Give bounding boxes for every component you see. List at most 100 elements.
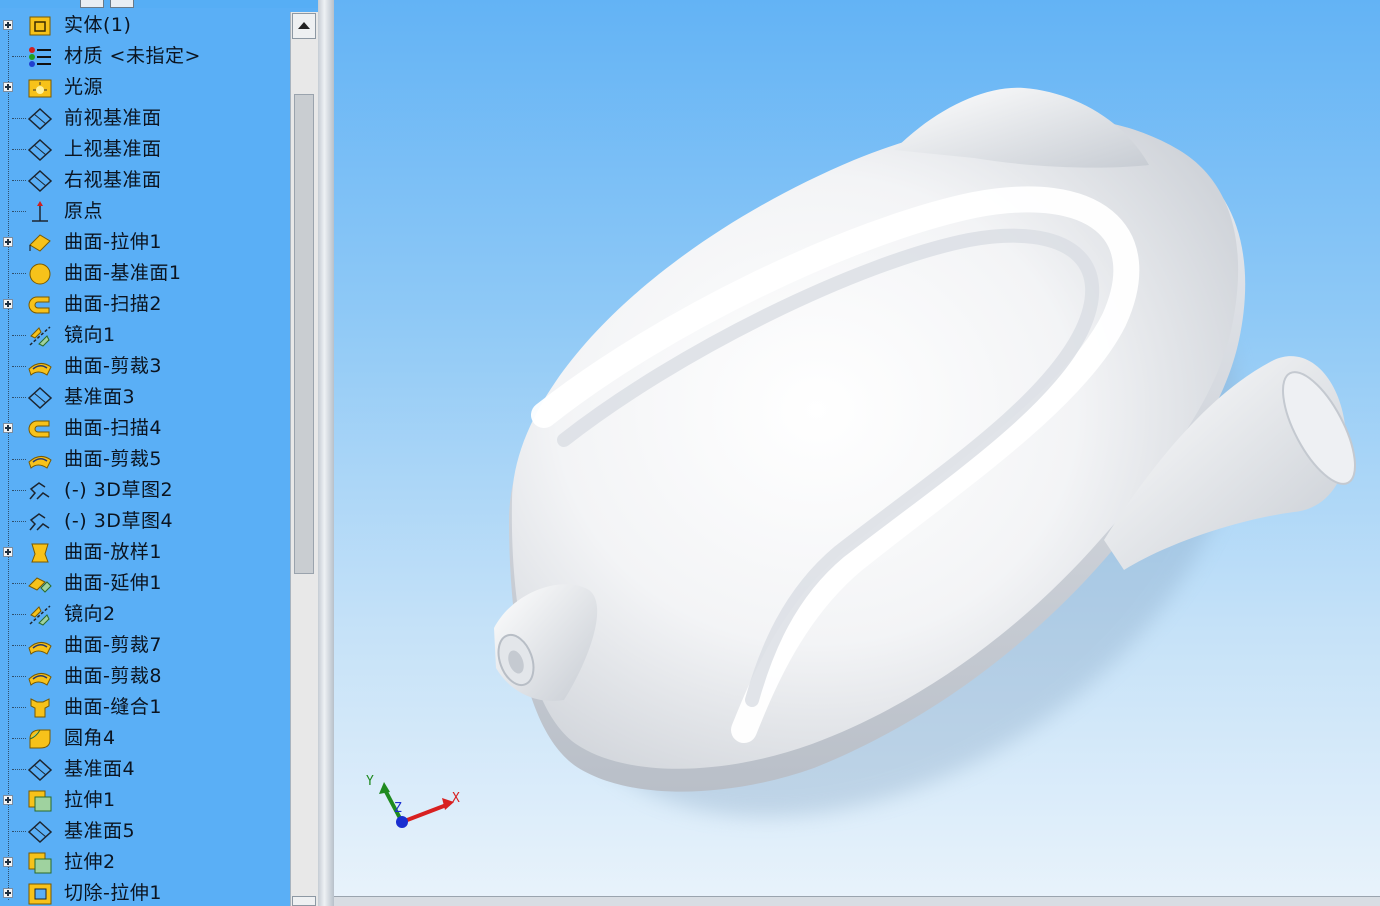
tree-item-label: 曲面-剪裁8 xyxy=(64,665,162,687)
axis-x-line xyxy=(401,802,450,824)
tree-item[interactable]: 曲面-剪裁8 xyxy=(0,661,290,692)
tree-branch-line xyxy=(12,180,26,181)
expand-toggle[interactable] xyxy=(3,20,13,30)
model-top-surface xyxy=(511,116,1239,769)
tree-item-label: 基准面5 xyxy=(64,820,136,842)
tree-branch-line xyxy=(12,335,26,336)
tree-item[interactable]: 曲面-缝合1 xyxy=(0,692,290,723)
expand-toggle[interactable] xyxy=(3,82,13,92)
solid-bodies-icon xyxy=(27,14,53,38)
panel-splitter[interactable] xyxy=(318,0,334,906)
tree-item-label: (-) 3D草图2 xyxy=(64,479,174,501)
surface-extend-icon xyxy=(27,572,53,596)
surface-trim-icon xyxy=(27,448,53,472)
tree-item[interactable]: 镜向2 xyxy=(0,599,290,630)
tree-item-label: 曲面-基准面1 xyxy=(64,262,182,284)
tree-item[interactable]: 材质 <未指定> xyxy=(0,41,290,72)
tree-item[interactable]: 曲面-放样1 xyxy=(0,537,290,568)
tree-item[interactable]: 曲面-扫描4 xyxy=(0,413,290,444)
tree-branch-line xyxy=(12,490,26,491)
scroll-up-button[interactable] xyxy=(292,13,316,39)
tree-item[interactable]: 前视基准面 xyxy=(0,103,290,134)
tree-item[interactable]: 曲面-剪裁3 xyxy=(0,351,290,382)
tree-item[interactable]: 拉伸2 xyxy=(0,847,290,878)
tree-item[interactable]: 实体(1) xyxy=(0,10,290,41)
tree-item[interactable]: 曲面-剪裁7 xyxy=(0,630,290,661)
expand-toggle[interactable] xyxy=(3,423,13,433)
graphics-viewport[interactable]: Y X Z xyxy=(334,0,1380,906)
tree-item[interactable]: 镜向1 xyxy=(0,320,290,351)
planar-surface-icon xyxy=(27,262,53,286)
tree-branch-line xyxy=(12,211,26,212)
3d-model[interactable] xyxy=(334,0,1380,906)
scroll-down-button[interactable] xyxy=(292,896,316,906)
mirror-icon xyxy=(27,603,53,627)
tree-item[interactable]: 上视基准面 xyxy=(0,134,290,165)
tree-item-label: 拉伸2 xyxy=(64,851,116,873)
tree-item-label: 圆角4 xyxy=(64,727,116,749)
origin-icon xyxy=(27,200,53,224)
tree-item-label: 曲面-扫描4 xyxy=(64,417,162,439)
tree-item-label: 前视基准面 xyxy=(64,107,162,129)
cut-extrude-icon xyxy=(27,882,53,906)
plane-icon xyxy=(27,386,53,410)
tree-item[interactable]: 基准面4 xyxy=(0,754,290,785)
tree-item[interactable]: 切除-拉伸1 xyxy=(0,878,290,906)
scroll-thumb[interactable] xyxy=(294,94,314,574)
tree-item-label: 原点 xyxy=(64,200,104,222)
plane-icon xyxy=(27,169,53,193)
tree-branch-line xyxy=(12,676,26,677)
expand-toggle[interactable] xyxy=(3,299,13,309)
3d-sketch-icon xyxy=(27,510,53,534)
expand-toggle[interactable] xyxy=(3,888,13,898)
tree-item-label: 光源 xyxy=(64,76,104,98)
tree-item[interactable]: 拉伸1 xyxy=(0,785,290,816)
tree-branch-line xyxy=(12,149,26,150)
tree-item-label: 曲面-缝合1 xyxy=(64,696,162,718)
tree-item[interactable]: 原点 xyxy=(0,196,290,227)
tree-item[interactable]: 右视基准面 xyxy=(0,165,290,196)
tab-stub[interactable] xyxy=(80,0,104,8)
tree-item[interactable]: 曲面-扫描2 xyxy=(0,289,290,320)
lights-icon xyxy=(27,76,53,100)
tree-scrollbar[interactable] xyxy=(290,12,318,906)
plane-icon xyxy=(27,758,53,782)
3d-sketch-icon xyxy=(27,479,53,503)
tree-item-label: 曲面-剪裁7 xyxy=(64,634,162,656)
expand-toggle[interactable] xyxy=(3,547,13,557)
tree-item[interactable]: 圆角4 xyxy=(0,723,290,754)
tree-branch-line xyxy=(12,397,26,398)
tree-item-label: 曲面-放样1 xyxy=(64,541,162,563)
tree-item[interactable]: 曲面-剪裁5 xyxy=(0,444,290,475)
tree-item-label: 镜向2 xyxy=(64,603,116,625)
tree-item-label: 切除-拉伸1 xyxy=(64,882,162,904)
surface-extrude-icon xyxy=(27,231,53,255)
expand-toggle[interactable] xyxy=(3,857,13,867)
tree-item[interactable]: (-) 3D草图4 xyxy=(0,506,290,537)
axis-z-dot xyxy=(396,816,408,828)
tree-item[interactable]: 基准面3 xyxy=(0,382,290,413)
tree-branch-line xyxy=(12,583,26,584)
expand-toggle[interactable] xyxy=(3,237,13,247)
feature-manager-tree: 实体(1) 材质 <未指定> 光源前视基准面上视基准面 右视基准面原点曲面-拉伸1 曲面… xyxy=(0,0,320,906)
tree-branch-line xyxy=(12,521,26,522)
tree-branch-line xyxy=(12,118,26,119)
tree-branch-line xyxy=(12,56,26,57)
tree-item[interactable]: 基准面5 xyxy=(0,816,290,847)
tree-item[interactable]: (-) 3D草图2 xyxy=(0,475,290,506)
tree-item-label: 曲面-扫描2 xyxy=(64,293,162,315)
tree-item-label: (-) 3D草图4 xyxy=(64,510,174,532)
tree-item[interactable]: 曲面-延伸1 xyxy=(0,568,290,599)
tree-item-label: 材质 <未指定> xyxy=(64,45,201,67)
tree-item[interactable]: 曲面-基准面1 xyxy=(0,258,290,289)
surface-trim-icon xyxy=(27,665,53,689)
tree-item[interactable]: 曲面-拉伸1 xyxy=(0,227,290,258)
tab-stub[interactable] xyxy=(110,0,134,8)
surface-sweep-icon xyxy=(27,417,53,441)
expand-toggle[interactable] xyxy=(3,795,13,805)
surface-trim-icon xyxy=(27,355,53,379)
plane-icon xyxy=(27,138,53,162)
tree-item-label: 曲面-延伸1 xyxy=(64,572,162,594)
axis-y-label: Y xyxy=(366,774,374,789)
tree-item[interactable]: 光源 xyxy=(0,72,290,103)
